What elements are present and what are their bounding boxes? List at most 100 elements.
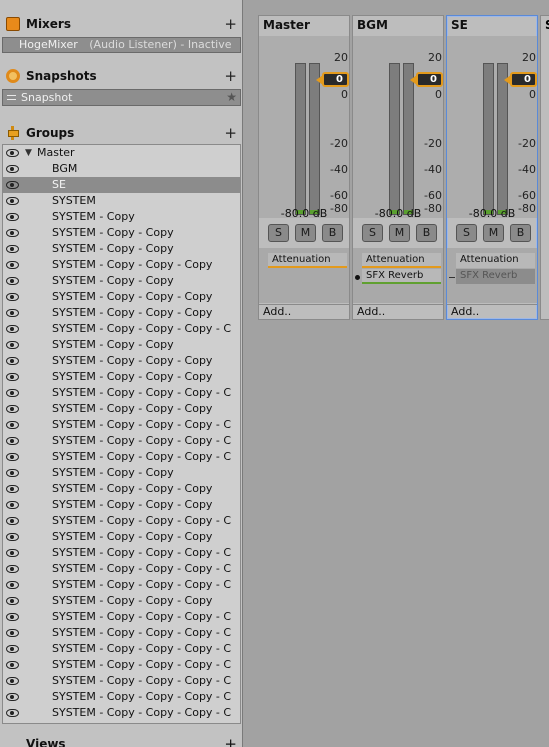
group-row[interactable]: SYSTEM - Copy - Copy - Copy - C — [3, 609, 240, 625]
eye-icon[interactable] — [6, 325, 19, 333]
effect-slot[interactable]: SFX Reverb — [456, 269, 535, 284]
mute-button[interactable]: M — [389, 224, 410, 242]
group-row[interactable]: SYSTEM - Copy - Copy - Copy - C — [3, 545, 240, 561]
eye-icon[interactable] — [6, 421, 19, 429]
mixer-strip[interactable]: SE 20 0 -20 -40 -60 -80 0 -80.0 dB S M B Attenu… — [446, 15, 538, 320]
group-row[interactable]: SYSTEM - Copy - Copy - Copy - C — [3, 321, 240, 337]
group-row[interactable]: SYSTEM - Copy - Copy - Copy — [3, 305, 240, 321]
eye-icon[interactable] — [6, 549, 19, 557]
group-row[interactable]: SE — [3, 177, 240, 193]
eye-icon[interactable] — [6, 341, 19, 349]
eye-icon[interactable] — [6, 661, 19, 669]
add-mixer-button[interactable]: + — [224, 15, 237, 33]
eye-icon[interactable] — [6, 197, 19, 205]
volume-fader[interactable]: 0 — [504, 72, 537, 87]
group-row[interactable]: SYSTEM - Copy - Copy - Copy - C — [3, 625, 240, 641]
group-row[interactable]: SYSTEM - Copy - Copy - Copy - C — [3, 657, 240, 673]
expand-arrow-icon[interactable]: ▼ — [25, 145, 32, 161]
volume-fader[interactable]: 0 — [316, 72, 349, 87]
group-row[interactable]: SYSTEM - Copy — [3, 209, 240, 225]
eye-icon[interactable] — [6, 581, 19, 589]
effect-slot[interactable]: SFX Reverb — [362, 269, 441, 284]
group-row[interactable]: SYSTEM - Copy - Copy - Copy — [3, 593, 240, 609]
group-row[interactable]: SYSTEM - Copy - Copy - Copy - C — [3, 577, 240, 593]
mixer-strip[interactable]: Master 20 0 -20 -40 -60 -80 0 -80.0 dB S M B At… — [258, 15, 350, 320]
eye-icon[interactable] — [6, 613, 19, 621]
group-row[interactable]: SYSTEM - Copy - Copy - Copy - C — [3, 641, 240, 657]
bypass-button[interactable]: B — [510, 224, 531, 242]
eye-icon[interactable] — [6, 389, 19, 397]
add-effect-button[interactable]: Add.. — [447, 304, 537, 319]
eye-icon[interactable] — [6, 645, 19, 653]
group-row[interactable]: SYSTEM - Copy - Copy — [3, 273, 240, 289]
eye-icon[interactable] — [6, 293, 19, 301]
group-row[interactable]: SYSTEM - Copy - Copy - Copy - C — [3, 513, 240, 529]
add-snapshot-button[interactable]: + — [224, 67, 237, 85]
eye-icon[interactable] — [6, 357, 19, 365]
mute-button[interactable]: M — [295, 224, 316, 242]
eye-icon[interactable] — [6, 245, 19, 253]
group-row[interactable]: SYSTEM - Copy - Copy - Copy — [3, 257, 240, 273]
eye-icon[interactable] — [6, 677, 19, 685]
group-row[interactable]: SYSTEM - Copy - Copy - Copy — [3, 529, 240, 545]
eye-icon[interactable] — [6, 213, 19, 221]
group-row[interactable]: SYSTEM - Copy - Copy - Copy — [3, 369, 240, 385]
eye-icon[interactable] — [6, 517, 19, 525]
eye-icon[interactable] — [6, 181, 19, 189]
group-row[interactable]: SYSTEM - Copy - Copy - Copy - C — [3, 417, 240, 433]
add-effect-button[interactable]: Add.. — [353, 304, 443, 319]
group-row[interactable]: SYSTEM - Copy - Copy - Copy - C — [3, 705, 240, 721]
bypass-button[interactable]: B — [416, 224, 437, 242]
group-row[interactable]: SYSTEM - Copy - Copy - Copy - C — [3, 689, 240, 705]
group-row[interactable]: SYSTEM — [3, 193, 240, 209]
group-row[interactable]: SYSTEM - Copy - Copy - Copy - C — [3, 449, 240, 465]
bypass-button[interactable]: B — [322, 224, 343, 242]
eye-icon[interactable] — [6, 565, 19, 573]
eye-icon[interactable] — [6, 533, 19, 541]
eye-icon[interactable] — [6, 453, 19, 461]
mixer-strip[interactable]: BGM 20 0 -20 -40 -60 -80 0 -80.0 dB S M B Atten… — [352, 15, 444, 320]
group-row[interactable]: SYSTEM - Copy - Copy — [3, 241, 240, 257]
eye-icon[interactable] — [6, 277, 19, 285]
eye-icon[interactable] — [6, 629, 19, 637]
group-row[interactable]: SYSTEM - Copy - Copy - Copy — [3, 497, 240, 513]
solo-button[interactable]: S — [268, 224, 289, 242]
eye-icon[interactable] — [6, 309, 19, 317]
eye-icon[interactable] — [6, 229, 19, 237]
add-effect-button[interactable]: Add.. — [259, 304, 349, 319]
eye-icon[interactable] — [6, 597, 19, 605]
group-row[interactable]: SYSTEM - Copy - Copy - Copy - C — [3, 673, 240, 689]
add-view-button[interactable]: + — [224, 733, 237, 747]
eye-icon[interactable] — [6, 149, 19, 157]
group-row[interactable]: ▼ Master — [3, 145, 240, 161]
eye-icon[interactable] — [6, 485, 19, 493]
group-row[interactable]: SYSTEM - Copy - Copy - Copy — [3, 401, 240, 417]
eye-icon[interactable] — [6, 693, 19, 701]
group-row[interactable]: SYSTEM - Copy - Copy - Copy — [3, 481, 240, 497]
group-row[interactable]: SYSTEM - Copy - Copy - Copy - C — [3, 385, 240, 401]
star-icon[interactable]: ★ — [226, 90, 237, 105]
partial-strip[interactable]: S — [540, 15, 549, 320]
eye-icon[interactable] — [6, 373, 19, 381]
volume-fader[interactable]: 0 — [410, 72, 443, 87]
mixer-item[interactable]: HogeMixer (Audio Listener) - Inactive — [2, 37, 241, 53]
effect-slot[interactable]: Attenuation — [456, 253, 535, 268]
group-row[interactable]: SYSTEM - Copy - Copy - Copy — [3, 353, 240, 369]
snapshot-item[interactable]: Snapshot ★ — [2, 89, 241, 106]
group-row[interactable]: SYSTEM - Copy - Copy - Copy — [3, 289, 240, 305]
eye-icon[interactable] — [6, 405, 19, 413]
group-row[interactable]: SYSTEM - Copy - Copy — [3, 225, 240, 241]
drag-handle-icon[interactable] — [7, 95, 16, 100]
eye-icon[interactable] — [6, 437, 19, 445]
solo-button[interactable]: S — [456, 224, 477, 242]
eye-icon[interactable] — [6, 709, 19, 717]
group-row[interactable]: SYSTEM - Copy - Copy - Copy - C — [3, 561, 240, 577]
group-row[interactable]: SYSTEM - Copy - Copy — [3, 465, 240, 481]
add-group-button[interactable]: + — [224, 124, 237, 142]
effect-slot[interactable]: Attenuation — [362, 253, 441, 268]
eye-icon[interactable] — [6, 501, 19, 509]
group-row[interactable]: SYSTEM - Copy - Copy — [3, 337, 240, 353]
eye-icon[interactable] — [6, 261, 19, 269]
group-row[interactable]: SYSTEM - Copy - Copy - Copy - C — [3, 433, 240, 449]
solo-button[interactable]: S — [362, 224, 383, 242]
